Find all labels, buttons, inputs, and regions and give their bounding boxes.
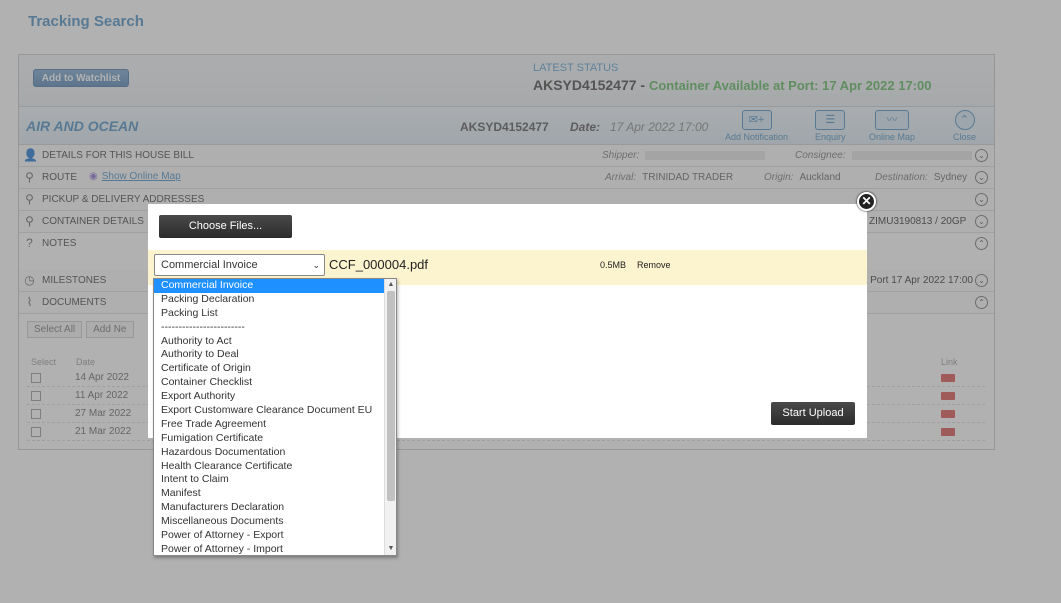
dropdown-option[interactable]: Hazardous Documentation	[154, 446, 384, 460]
dropdown-option[interactable]: Free Trade Agreement	[154, 418, 384, 432]
dropdown-options: Commercial Invoice Packing Declaration Pac…	[154, 279, 384, 555]
scroll-down-icon[interactable]: ▼	[386, 544, 396, 554]
dropdown-option[interactable]: Commercial Invoice	[154, 279, 384, 293]
document-type-value: Commercial Invoice	[161, 259, 258, 271]
dropdown-option[interactable]: Export Authority	[154, 390, 384, 404]
dropdown-option[interactable]: Health Clearance Certificate	[154, 460, 384, 474]
dropdown-option[interactable]: Packing Declaration	[154, 293, 384, 307]
file-name: CCF_000004.pdf	[329, 257, 429, 272]
dropdown-option[interactable]: Authority to Act	[154, 335, 384, 349]
dropdown-option[interactable]: Packing List	[154, 307, 384, 321]
dropdown-option[interactable]: Manifest	[154, 487, 384, 501]
chevron-down-icon: ⌄	[312, 260, 320, 270]
remove-link[interactable]: Remove	[637, 260, 671, 270]
dropdown-option[interactable]: Certificate of Origin	[154, 362, 384, 376]
document-type-select[interactable]: Commercial Invoice ⌄	[154, 254, 325, 276]
start-upload-button[interactable]: Start Upload	[771, 402, 855, 425]
dropdown-option[interactable]: Power of Attorney - Import	[154, 543, 384, 555]
dropdown-option[interactable]: Intent to Claim	[154, 473, 384, 487]
dropdown-option[interactable]: Container Checklist	[154, 376, 384, 390]
scroll-up-icon[interactable]: ▲	[386, 280, 396, 290]
scroll-thumb[interactable]	[387, 291, 395, 501]
dropdown-option[interactable]: Miscellaneous Documents	[154, 515, 384, 529]
dropdown-scrollbar[interactable]: ▲ ▼	[384, 279, 396, 555]
dropdown-option[interactable]: Manufacturers Declaration	[154, 501, 384, 515]
dropdown-option[interactable]: Power of Attorney - Export	[154, 529, 384, 543]
choose-files-button[interactable]: Choose Files...	[159, 215, 292, 238]
document-type-dropdown: Commercial Invoice Packing Declaration Pac…	[153, 278, 397, 556]
close-modal-icon[interactable]: ✕	[857, 192, 876, 211]
dropdown-option[interactable]: Fumigation Certificate	[154, 432, 384, 446]
dropdown-option[interactable]: ------------------------	[154, 321, 384, 335]
dropdown-option[interactable]: Authority to Deal	[154, 348, 384, 362]
file-size: 0.5MB	[600, 260, 627, 270]
dropdown-option[interactable]: Export Customware Clearance Document EU	[154, 404, 384, 418]
